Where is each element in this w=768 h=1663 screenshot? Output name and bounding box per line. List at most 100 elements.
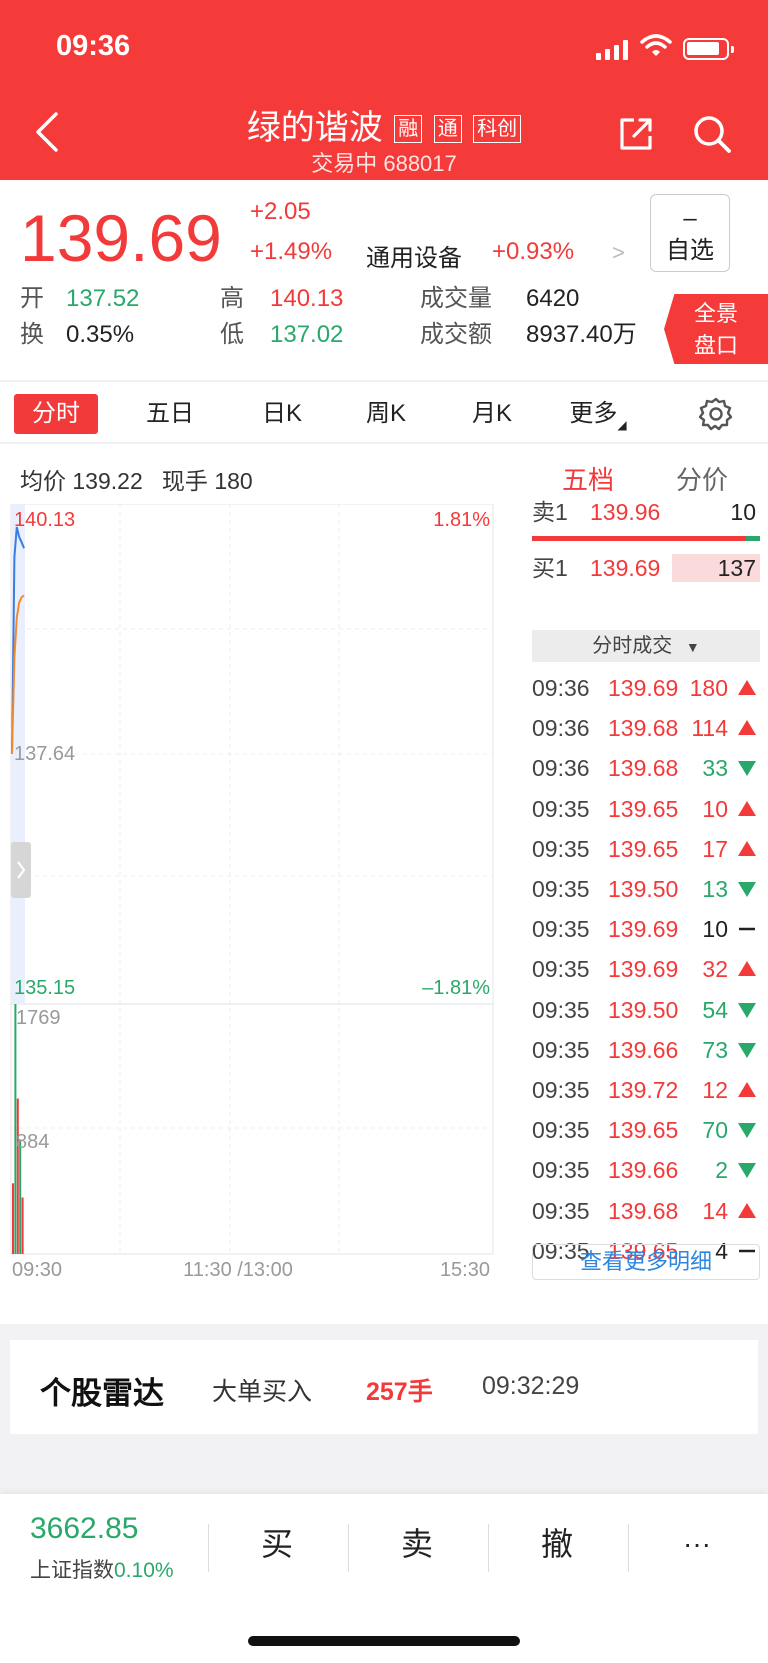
stat-amount: 成交额 8937.40万 <box>420 321 637 348</box>
volume-bars <box>12 1004 24 1254</box>
axis-pct-high: 1.81% <box>433 509 490 531</box>
arrow-up-icon <box>738 840 756 856</box>
x-label-open: 09:30 <box>12 1259 62 1281</box>
x-label-close: 15:30 <box>440 1259 490 1281</box>
buy-button[interactable]: 买 <box>208 1512 346 1576</box>
arrow-down-icon <box>738 1163 756 1179</box>
tab-daily-k[interactable]: 日K <box>240 394 324 434</box>
cancel-order-button[interactable]: 撤 <box>488 1512 626 1576</box>
trade-price: 139.69 <box>608 675 679 701</box>
trade-volume: 73 <box>702 1036 728 1063</box>
trade-time: 09:36 <box>532 715 590 742</box>
favorite-label: 自选 <box>666 237 714 264</box>
wifi-icon <box>640 34 672 56</box>
trade-row: 09:35 139.69 10 <box>532 911 760 947</box>
more-actions-button[interactable]: ··· <box>628 1512 766 1576</box>
trade-row: 09:35 139.68 14 <box>532 1193 760 1229</box>
trade-volume: 33 <box>702 755 728 782</box>
last-price: 139.69 <box>20 201 222 275</box>
trade-row: 09:35 139.69 32 <box>532 951 760 987</box>
quote-panel: 139.69 +2.05 +1.49% 通用设备 +0.93% > – 自选 开… <box>0 180 768 380</box>
arrow-down-icon <box>738 882 756 897</box>
volume-bar <box>19 1140 22 1254</box>
trade-price: 139.50 <box>608 996 679 1023</box>
tab-five-day[interactable]: 五日 <box>128 394 212 434</box>
trade-price: 139.66 <box>608 1036 679 1063</box>
trade-price: 139.50 <box>608 876 679 902</box>
x-label-noon: 11:30 /13:00 <box>183 1259 293 1281</box>
trade-time: 09:35 <box>532 795 590 822</box>
trade-price: 139.68 <box>608 755 679 782</box>
trades-header[interactable]: 分时成交 ▼ <box>532 630 760 662</box>
trade-price: 139.68 <box>608 715 679 742</box>
header: 09:36 绿的谐波 融 通 科创 交易中 688017 <box>0 0 768 180</box>
panorama-button[interactable]: 全景 盘口 <box>664 294 768 364</box>
share-icon[interactable] <box>618 116 654 152</box>
stat-open: 开 137.52 <box>20 285 140 312</box>
search-icon[interactable] <box>692 114 732 154</box>
tag-connect: 通 <box>433 115 462 143</box>
trade-time: 09:35 <box>532 876 590 902</box>
caret-down-icon: ▼ <box>685 639 700 655</box>
trade-row: 09:35 139.66 2 <box>532 1152 760 1188</box>
trade-price: 139.66 <box>608 1157 679 1184</box>
stock-radar[interactable]: 个股雷达 大单买入 257手 09:32:29 <box>10 1340 758 1434</box>
stat-volume: 成交量 6420 <box>420 285 580 312</box>
tab-monthly-k[interactable]: 月K <box>450 394 534 434</box>
trade-row: 09:36 139.69 180 <box>532 670 760 706</box>
favorite-button[interactable]: – 自选 <box>650 194 730 272</box>
favorite-sign: – <box>683 205 697 232</box>
tab-price-distribution[interactable]: 分价 <box>676 460 728 497</box>
stat-turnover: 换 0.35% <box>20 321 135 348</box>
trade-volume: 10 <box>702 916 728 943</box>
current-hand: 180 <box>214 468 253 494</box>
gear-icon[interactable] <box>698 396 734 432</box>
trade-time: 09:35 <box>532 1036 590 1063</box>
chart-grid <box>10 504 494 1255</box>
chevron-right-icon[interactable]: > <box>612 240 625 266</box>
trade-price: 139.72 <box>608 1077 679 1103</box>
arrow-down-icon <box>738 1002 756 1018</box>
volume-bar <box>14 1004 17 1254</box>
trade-time: 09:35 <box>532 956 590 983</box>
sell-button[interactable]: 卖 <box>348 1512 486 1576</box>
tab-more[interactable]: 更多◢ <box>556 394 640 434</box>
trade-row: 09:35 139.50 54 <box>532 992 760 1028</box>
price-change: +2.05 <box>250 198 311 225</box>
trade-price: 139.65 <box>608 795 679 822</box>
battery-icon <box>683 38 734 60</box>
more-detail-link[interactable]: 查看更多明细 <box>532 1244 760 1280</box>
trade-time: 09:35 <box>532 1157 590 1184</box>
index-value: 3662.85 <box>30 1512 139 1545</box>
trade-volume: 13 <box>702 876 728 902</box>
tab-intraday[interactable]: 分时 <box>14 394 98 434</box>
tab-weekly-k[interactable]: 周K <box>344 394 428 434</box>
signal-icon <box>596 40 628 60</box>
trade-price: 139.65 <box>608 835 679 862</box>
axis-volume-mid: 884 <box>16 1131 49 1153</box>
trade-volume: 2 <box>715 1157 728 1184</box>
price-change-percent: +1.49% <box>250 238 333 265</box>
chart-frame <box>10 504 494 1255</box>
axis-pct-low: –1.81% <box>422 977 490 999</box>
tab-five-levels[interactable]: 五档 <box>562 460 614 497</box>
trade-volume: 12 <box>702 1077 728 1103</box>
avg-price: 139.22 <box>72 468 143 494</box>
sector-change-percent[interactable]: +0.93% <box>492 238 574 266</box>
trade-time: 09:35 <box>532 916 590 943</box>
flat-dash-icon <box>739 927 755 931</box>
arrow-up-icon <box>738 1202 756 1218</box>
arrow-up-icon <box>738 720 756 736</box>
avg-price-info: 均价 139.22 现手 180 <box>20 468 253 494</box>
axis-price-high: 140.13 <box>14 509 75 531</box>
sector-name[interactable]: 通用设备 <box>366 238 462 273</box>
axis-price-mid: 137.64 <box>14 743 75 765</box>
tag-star-market: 科创 <box>473 115 522 143</box>
trade-volume: 114 <box>691 715 728 742</box>
dropdown-corner-icon: ◢ <box>617 418 627 432</box>
trade-price: 139.69 <box>608 916 679 943</box>
intraday-chart[interactable]: 140.13 1.81% 137.64 135.15 –1.81% 1769 8… <box>0 504 526 1324</box>
trade-row: 09:35 139.66 73 <box>532 1032 760 1068</box>
collapse-handle[interactable] <box>11 842 31 898</box>
ask-depth-bar <box>532 536 760 541</box>
